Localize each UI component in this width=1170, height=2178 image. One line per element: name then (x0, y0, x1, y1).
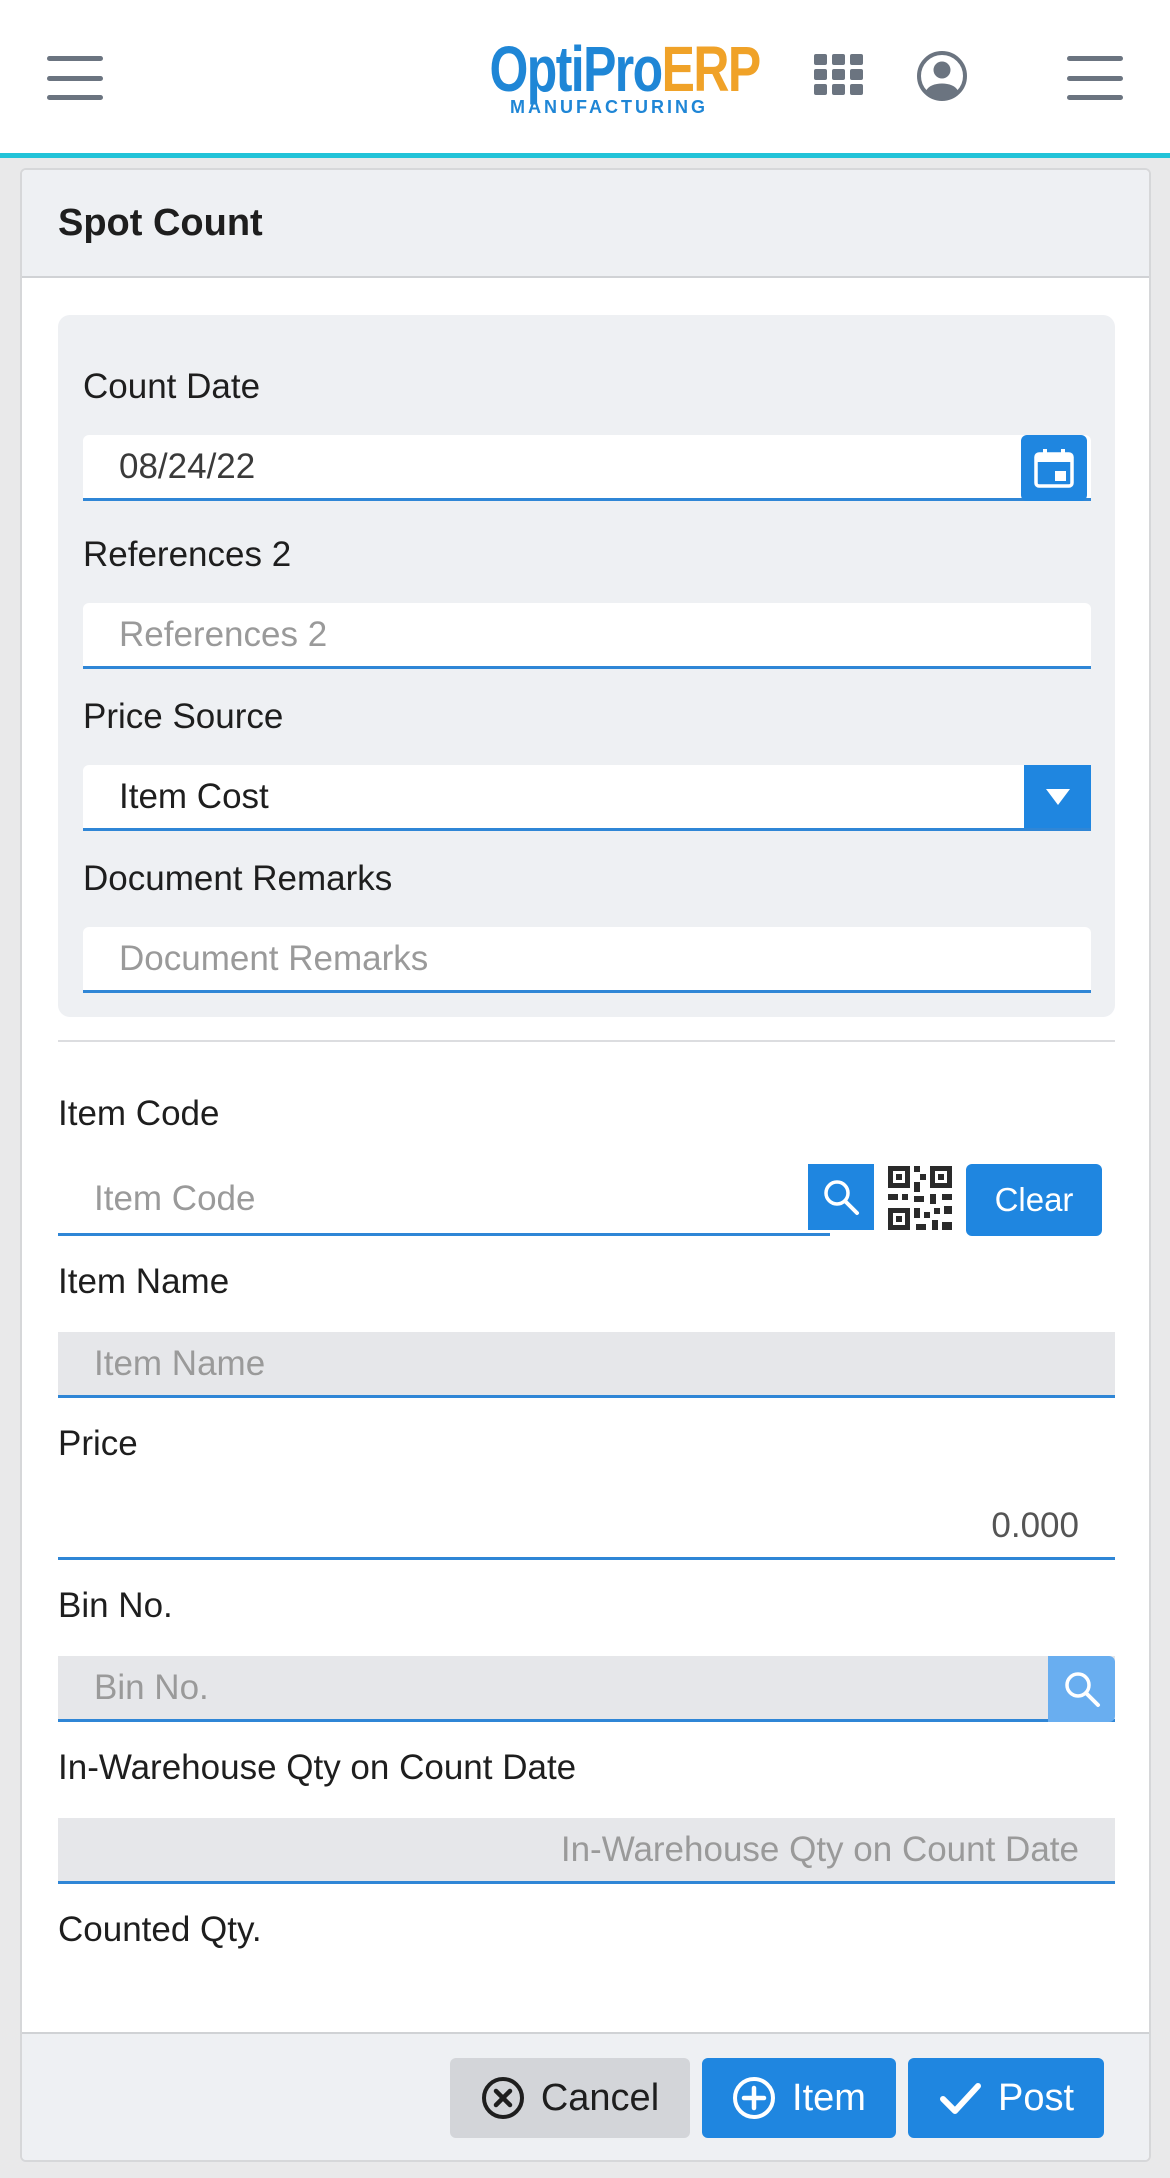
search-icon (824, 1180, 859, 1215)
document-remarks-input[interactable]: Document Remarks (83, 927, 1091, 993)
price-source-label: Price Source (83, 697, 284, 736)
spot-count-card: Spot Count Count Date 08/24/22 Reference… (20, 168, 1151, 2162)
card-header: Spot Count (22, 170, 1149, 278)
post-button[interactable]: Post (908, 2058, 1104, 2138)
chevron-down-icon (1045, 788, 1070, 805)
item-name-input: Item Name (58, 1332, 1115, 1398)
app-logo: OptiProERP MANUFACTURING (489, 33, 762, 117)
left-menu-icon[interactable] (47, 56, 103, 100)
search-icon (1064, 1672, 1100, 1707)
bin-no-label: Bin No. (58, 1586, 173, 1625)
item-code-label: Item Code (58, 1094, 220, 1133)
bin-no-search-button[interactable] (1048, 1656, 1115, 1722)
calendar-button[interactable] (1021, 435, 1087, 501)
apps-grid-icon[interactable] (814, 54, 864, 96)
price-input[interactable]: 0.000 (58, 1494, 1115, 1560)
in-warehouse-qty-input: In-Warehouse Qty on Count Date (58, 1818, 1115, 1884)
section-divider (58, 1040, 1115, 1042)
close-circle-icon (481, 2077, 524, 2119)
in-warehouse-qty-label: In-Warehouse Qty on Count Date (58, 1748, 577, 1787)
document-remarks-label: Document Remarks (83, 859, 393, 898)
qr-scan-icon[interactable] (886, 1164, 954, 1232)
item-name-label: Item Name (58, 1262, 230, 1301)
bin-no-input[interactable]: Bin No. (58, 1656, 1115, 1722)
references2-input[interactable]: References 2 (83, 603, 1091, 669)
user-profile-icon[interactable] (916, 50, 968, 102)
document-header-panel: Count Date 08/24/22 References 2 Referen… (58, 315, 1115, 1017)
add-item-button[interactable]: Item (702, 2058, 896, 2138)
price-source-select[interactable]: Item Cost (83, 765, 1091, 831)
page-title: Spot Count (58, 201, 263, 244)
cancel-button[interactable]: Cancel (450, 2058, 690, 2138)
counted-qty-label: Counted Qty. (58, 1910, 262, 1949)
price-label: Price (58, 1424, 138, 1463)
count-date-label: Count Date (83, 367, 261, 406)
checkmark-icon (939, 2083, 981, 2114)
references2-label: References 2 (83, 535, 292, 574)
price-source-dropdown-button[interactable] (1024, 765, 1091, 828)
top-bar: OptiProERP MANUFACTURING (0, 0, 1170, 158)
calendar-icon (1034, 449, 1074, 488)
item-code-input[interactable]: Item Code (58, 1164, 830, 1236)
right-menu-icon[interactable] (1067, 56, 1123, 100)
count-date-field[interactable]: 08/24/22 (83, 435, 1091, 501)
plus-circle-icon (733, 2077, 776, 2119)
item-code-search-button[interactable] (808, 1164, 874, 1230)
clear-button[interactable]: Clear (966, 1164, 1102, 1236)
